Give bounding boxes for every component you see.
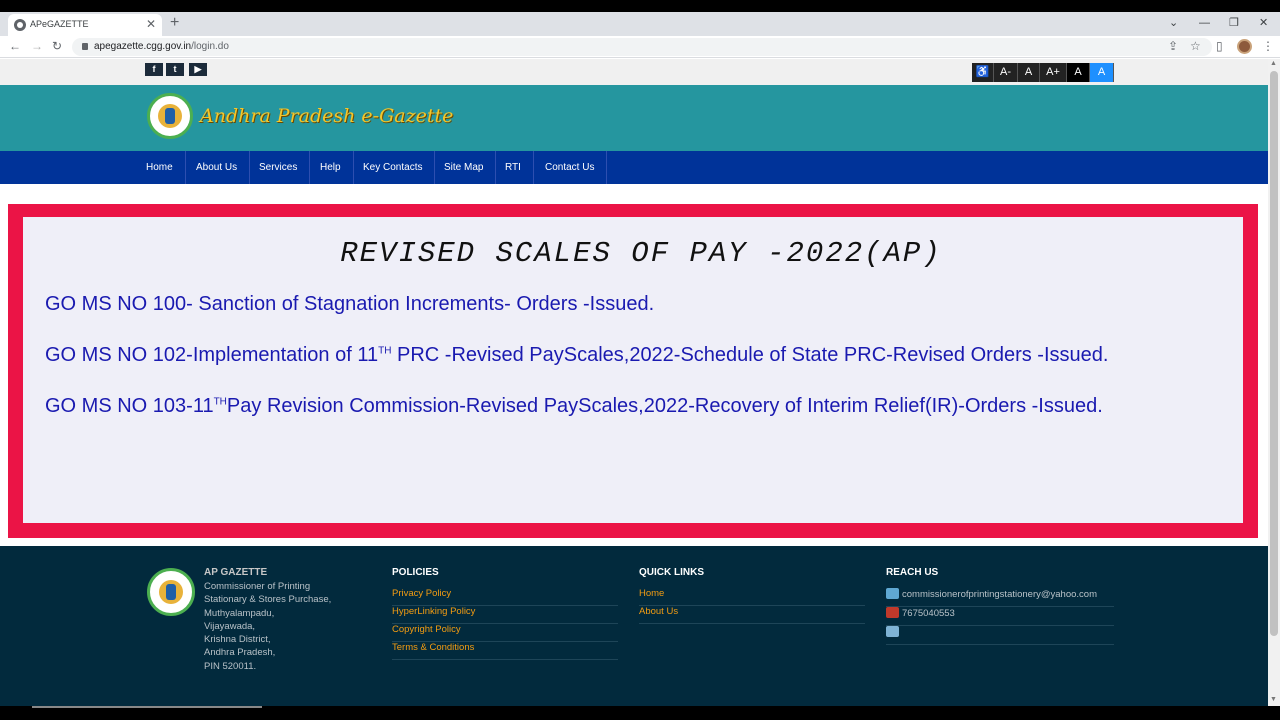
phone-icon: [886, 607, 899, 618]
reach-phone: 7675040553: [886, 607, 1114, 626]
page-viewport: f t ▶ ♿ A- A A+ A A Andhra Pradesh e-Gaz…: [0, 59, 1268, 706]
fax-icon: [886, 626, 899, 637]
reload-icon[interactable]: ↻: [52, 39, 62, 53]
footer-quick-links-title: QUICK LINKS: [639, 567, 704, 578]
site-header: Andhra Pradesh e-Gazette: [0, 85, 1268, 151]
site-brand[interactable]: Andhra Pradesh e-Gazette: [200, 105, 453, 127]
address-bar[interactable]: apegazette.cgg.gov.in/login.do: [72, 38, 1212, 56]
scroll-thumb[interactable]: [1270, 71, 1278, 636]
go-link-102[interactable]: GO MS NO 102-Implementation of 11TH PRC …: [45, 344, 1108, 367]
facebook-icon[interactable]: f: [145, 63, 163, 76]
twitter-icon[interactable]: t: [166, 63, 184, 76]
accessibility-icon[interactable]: ♿: [972, 63, 994, 82]
youtube-icon[interactable]: ▶: [189, 63, 207, 76]
footer-about-link[interactable]: About Us: [639, 606, 865, 624]
theme-dark-button[interactable]: A: [1067, 63, 1090, 82]
star-icon[interactable]: ☆: [1190, 39, 1201, 53]
footer-about-title: AP GAZETTE: [204, 567, 268, 578]
font-decrease-button[interactable]: A-: [994, 63, 1018, 82]
window-close-icon[interactable]: ✕: [1259, 15, 1268, 31]
nav-site-map[interactable]: Site Map: [432, 151, 497, 184]
tab-title: APeGAZETTE: [30, 19, 89, 29]
utility-bar: f t ▶ ♿ A- A A+ A A: [0, 59, 1268, 85]
main-nav: Home About Us Services Help Key Contacts…: [0, 151, 1268, 184]
close-tab-icon[interactable]: ✕: [146, 17, 156, 31]
nav-key-contacts[interactable]: Key Contacts: [351, 151, 436, 184]
page-title: REVISED SCALES OF PAY -2022(AP): [340, 237, 942, 270]
reach-fax: [886, 626, 1114, 645]
site-footer: AP GAZETTE Commissioner of Printing Stat…: [0, 546, 1268, 706]
hyperlinking-policy-link[interactable]: HyperLinking Policy: [392, 606, 618, 624]
nav-about-us[interactable]: About Us: [184, 151, 251, 184]
tab-strip: APeGAZETTE ✕ + ⌄ — ❐ ✕: [0, 12, 1280, 36]
url-text: apegazette.cgg.gov.in/login.do: [94, 41, 229, 52]
font-increase-button[interactable]: A+: [1040, 63, 1067, 82]
globe-icon: [14, 19, 26, 31]
terms-link[interactable]: Terms & Conditions: [392, 642, 618, 660]
browser-tab[interactable]: APeGAZETTE ✕: [8, 14, 162, 36]
browser-window: APeGAZETTE ✕ + ⌄ — ❐ ✕ ← → ↻ apegazette.…: [0, 12, 1280, 706]
copyright-policy-link[interactable]: Copyright Policy: [392, 624, 618, 642]
go-link-100[interactable]: GO MS NO 100- Sanction of Stagnation Inc…: [45, 293, 654, 316]
taskbar-strip: [0, 706, 1280, 720]
forward-icon[interactable]: →: [31, 39, 43, 53]
nav-contact-us[interactable]: Contact Us: [533, 151, 608, 184]
tab-search-icon[interactable]: ⌄: [1169, 15, 1178, 31]
taskbar-indicator: [32, 706, 262, 708]
menu-icon[interactable]: ⋮: [1262, 39, 1274, 53]
new-tab-button[interactable]: +: [170, 14, 179, 32]
nav-home[interactable]: Home: [134, 151, 186, 184]
privacy-policy-link[interactable]: Privacy Policy: [392, 588, 618, 606]
footer-reach-title: REACH US: [886, 567, 939, 578]
profile-avatar[interactable]: [1237, 39, 1252, 54]
nav-services[interactable]: Services: [247, 151, 311, 184]
back-icon[interactable]: ←: [9, 39, 21, 53]
announcement-box: REVISED SCALES OF PAY -2022(AP) GO MS NO…: [8, 204, 1258, 538]
announcement-panel: REVISED SCALES OF PAY -2022(AP) GO MS NO…: [23, 217, 1243, 523]
ap-emblem-icon: [147, 568, 195, 616]
footer-address: Commissioner of Printing Stationary & St…: [204, 581, 332, 672]
ap-emblem-icon[interactable]: [147, 93, 193, 139]
footer-policies-title: POLICIES: [392, 567, 439, 578]
sidebar-icon[interactable]: ▯: [1216, 39, 1223, 53]
font-normal-button[interactable]: A: [1018, 63, 1040, 82]
go-link-103[interactable]: GO MS NO 103-11THPay Revision Commission…: [45, 395, 1103, 418]
scroll-up-icon[interactable]: ▲: [1270, 60, 1277, 67]
reach-email: commissionerofprintingstationery@yahoo.c…: [886, 588, 1114, 607]
mail-icon: [886, 588, 899, 599]
share-icon[interactable]: ⇪: [1168, 39, 1178, 53]
theme-blue-button[interactable]: A: [1090, 63, 1114, 82]
minimize-icon[interactable]: —: [1199, 15, 1210, 31]
page-scrollbar[interactable]: ▲ ▼: [1268, 59, 1280, 706]
restore-icon[interactable]: ❐: [1229, 15, 1239, 31]
scroll-down-icon[interactable]: ▼: [1270, 696, 1277, 703]
footer-home-link[interactable]: Home: [639, 588, 865, 606]
lock-icon: [82, 43, 88, 50]
nav-help[interactable]: Help: [308, 151, 354, 184]
browser-toolbar: ← → ↻ apegazette.cgg.gov.in/login.do ⇪ ☆…: [0, 36, 1280, 58]
nav-rti[interactable]: RTI: [493, 151, 534, 184]
